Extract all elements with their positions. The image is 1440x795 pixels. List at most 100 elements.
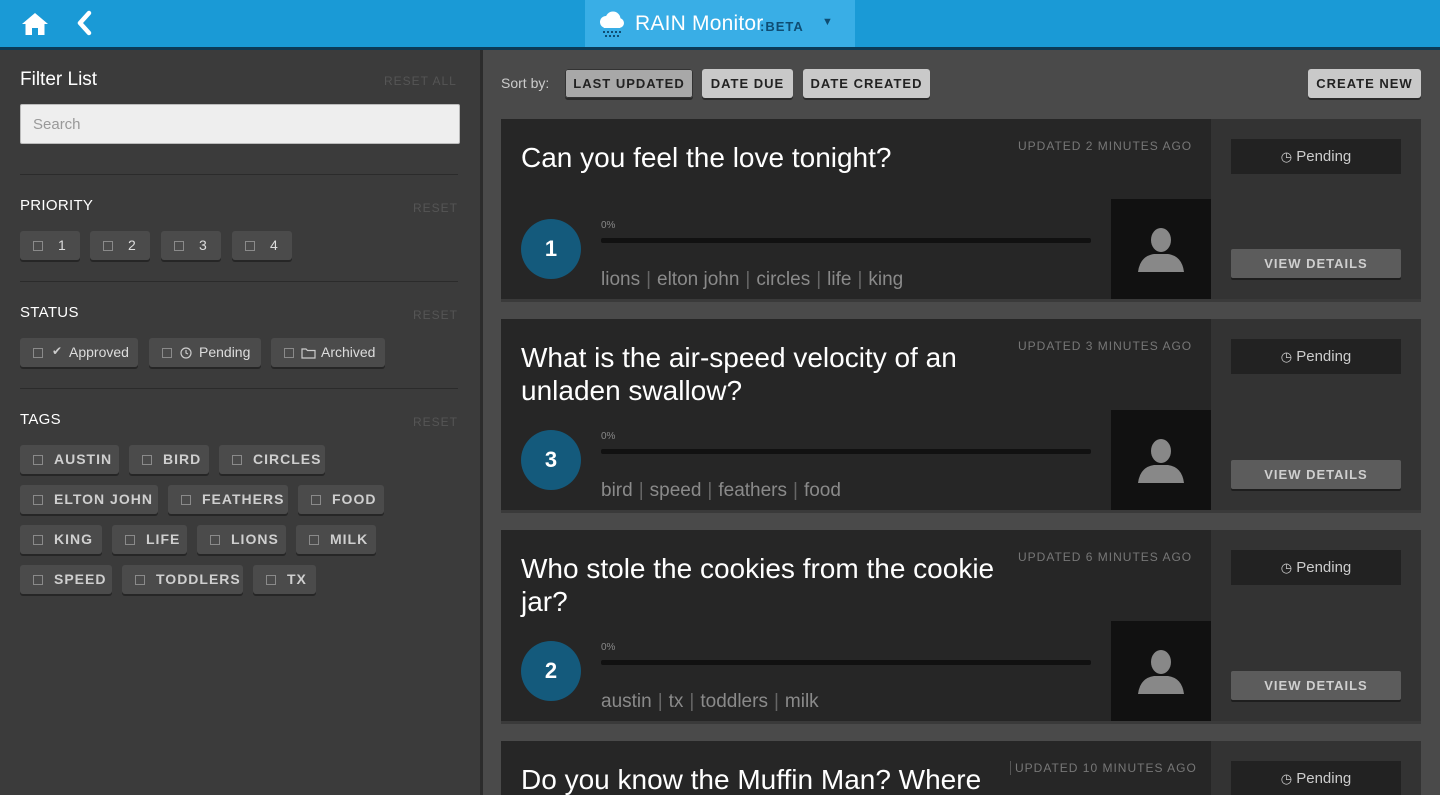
view-details-button[interactable]: VIEW DETAILS (1231, 249, 1401, 278)
chip-label: Approved (69, 344, 129, 360)
chip-label: FEATHERS (202, 491, 285, 507)
checkbox[interactable] (125, 535, 135, 545)
sort-last-updated-button[interactable]: LAST UPDATED (565, 69, 693, 98)
tag-filter-circles[interactable]: CIRCLES (219, 445, 325, 474)
chip-label: AUSTIN (54, 451, 113, 467)
question-card[interactable]: Who stole the cookies from the cookie ja… (501, 530, 1421, 721)
checkbox[interactable] (33, 575, 43, 585)
tag[interactable]: elton john (657, 269, 739, 290)
question-title[interactable]: Can you feel the love tonight? (521, 141, 1011, 174)
tags-reset-link[interactable]: RESET (413, 415, 458, 429)
sort-date-due-button[interactable]: DATE DUE (702, 69, 793, 98)
tag[interactable]: feathers (718, 480, 787, 501)
checkbox[interactable] (103, 241, 113, 251)
tag[interactable]: lions (601, 269, 640, 290)
tag-filter-lions[interactable]: LIONS (197, 525, 286, 554)
clock-icon (180, 347, 192, 359)
status-filter-archived[interactable]: Archived (271, 338, 385, 367)
tag-filter-life[interactable]: LIFE (112, 525, 187, 554)
checkbox[interactable] (33, 348, 43, 358)
filter-sidebar: Filter List RESET ALL PRIORITY RESET 1 2… (0, 50, 480, 795)
chip-label: LIONS (231, 531, 279, 547)
chip-label: 4 (270, 237, 278, 253)
tag-filter-milk[interactable]: MILK (296, 525, 376, 554)
status-filter-pending[interactable]: Pending (149, 338, 261, 367)
tag[interactable]: tx (669, 691, 684, 712)
question-title[interactable]: Do you know the Muffin Man? Where (521, 763, 1001, 795)
chip-label: 3 (199, 237, 207, 253)
filter-title: Filter List (20, 69, 98, 90)
question-title[interactable]: Who stole the cookies from the cookie ja… (521, 552, 1011, 618)
status-label: Pending (1296, 348, 1352, 365)
view-details-button[interactable]: VIEW DETAILS (1231, 460, 1401, 489)
chevron-left-icon[interactable] (74, 10, 96, 36)
priority-reset-link[interactable]: RESET (413, 201, 458, 215)
card-actions: ◷ Pending (1211, 741, 1421, 795)
status-filter-approved[interactable]: ✔ Approved (20, 338, 138, 367)
checkbox[interactable] (135, 575, 145, 585)
tag-filter-elton-john[interactable]: ELTON JOHN (20, 485, 158, 514)
tag[interactable]: milk (785, 691, 819, 712)
status-reset-link[interactable]: RESET (413, 308, 458, 322)
search-input[interactable] (20, 104, 460, 144)
app-switcher[interactable]: RAIN Monitor :BETA ▼ (585, 0, 855, 47)
sort-date-created-button[interactable]: DATE CREATED (803, 69, 930, 98)
priority-filter-2[interactable]: 2 (90, 231, 150, 260)
checkbox[interactable] (284, 348, 294, 358)
checkbox[interactable] (232, 455, 242, 465)
tag-filter-king[interactable]: KING (20, 525, 102, 554)
tag[interactable]: life (827, 269, 851, 290)
tag[interactable]: speed (650, 480, 702, 501)
checkbox[interactable] (33, 241, 43, 251)
tag[interactable]: austin (601, 691, 652, 712)
tag-filter-bird[interactable]: BIRD (129, 445, 209, 474)
checkbox[interactable] (33, 495, 43, 505)
checkbox[interactable] (33, 455, 43, 465)
tag-filter-speed[interactable]: SPEED (20, 565, 112, 594)
question-card[interactable]: Can you feel the love tonight? UPDATED 2… (501, 119, 1421, 299)
tag[interactable]: bird (601, 480, 633, 501)
card-actions: ◷ Pending VIEW DETAILS (1211, 319, 1421, 510)
caret-down-icon[interactable]: ▼ (822, 16, 833, 28)
divider (20, 388, 458, 389)
checkbox[interactable] (210, 535, 220, 545)
view-details-button[interactable]: VIEW DETAILS (1231, 671, 1401, 700)
tag[interactable]: food (804, 480, 841, 501)
priority-filter-4[interactable]: 4 (232, 231, 292, 260)
tags-heading: TAGS (20, 411, 61, 428)
tag[interactable]: king (868, 269, 903, 290)
checkbox[interactable] (174, 241, 184, 251)
chip-label: 2 (128, 237, 136, 253)
tag-filter-toddlers[interactable]: TODDLERS (122, 565, 243, 594)
status-badge: ◷ Pending (1231, 139, 1401, 174)
reset-all-link[interactable]: RESET ALL (384, 74, 457, 88)
priority-filter-1[interactable]: 1 (20, 231, 80, 260)
tag-filter-tx[interactable]: TX (253, 565, 316, 594)
progress-percent: 0% (601, 431, 616, 442)
create-new-button[interactable]: CREATE NEW (1308, 69, 1421, 98)
checkbox[interactable] (162, 348, 172, 358)
home-icon[interactable] (21, 11, 49, 37)
tag-list: bird | speed | feathers | food (601, 480, 841, 501)
checkbox[interactable] (245, 241, 255, 251)
tag[interactable]: circles (756, 269, 810, 290)
progress-bar (601, 449, 1091, 454)
priority-badge: 1 (521, 219, 581, 279)
priority-filter-3[interactable]: 3 (161, 231, 221, 260)
checkbox[interactable] (266, 575, 276, 585)
progress-percent: 0% (601, 642, 616, 653)
checkbox[interactable] (309, 535, 319, 545)
tag-filter-austin[interactable]: AUSTIN (20, 445, 119, 474)
question-card[interactable]: Do you know the Muffin Man? Where UPDATE… (501, 741, 1421, 795)
tag-filter-food[interactable]: FOOD (298, 485, 384, 514)
checkbox[interactable] (181, 495, 191, 505)
checkbox[interactable] (33, 535, 43, 545)
question-card[interactable]: What is the air-speed velocity of an unl… (501, 319, 1421, 510)
checkbox[interactable] (142, 455, 152, 465)
chip-label: MILK (330, 531, 369, 547)
tag-filter-feathers[interactable]: FEATHERS (168, 485, 288, 514)
tag[interactable]: toddlers (700, 691, 768, 712)
checkbox[interactable] (311, 495, 321, 505)
chip-label: ELTON JOHN (54, 491, 153, 507)
question-title[interactable]: What is the air-speed velocity of an unl… (521, 341, 1011, 407)
